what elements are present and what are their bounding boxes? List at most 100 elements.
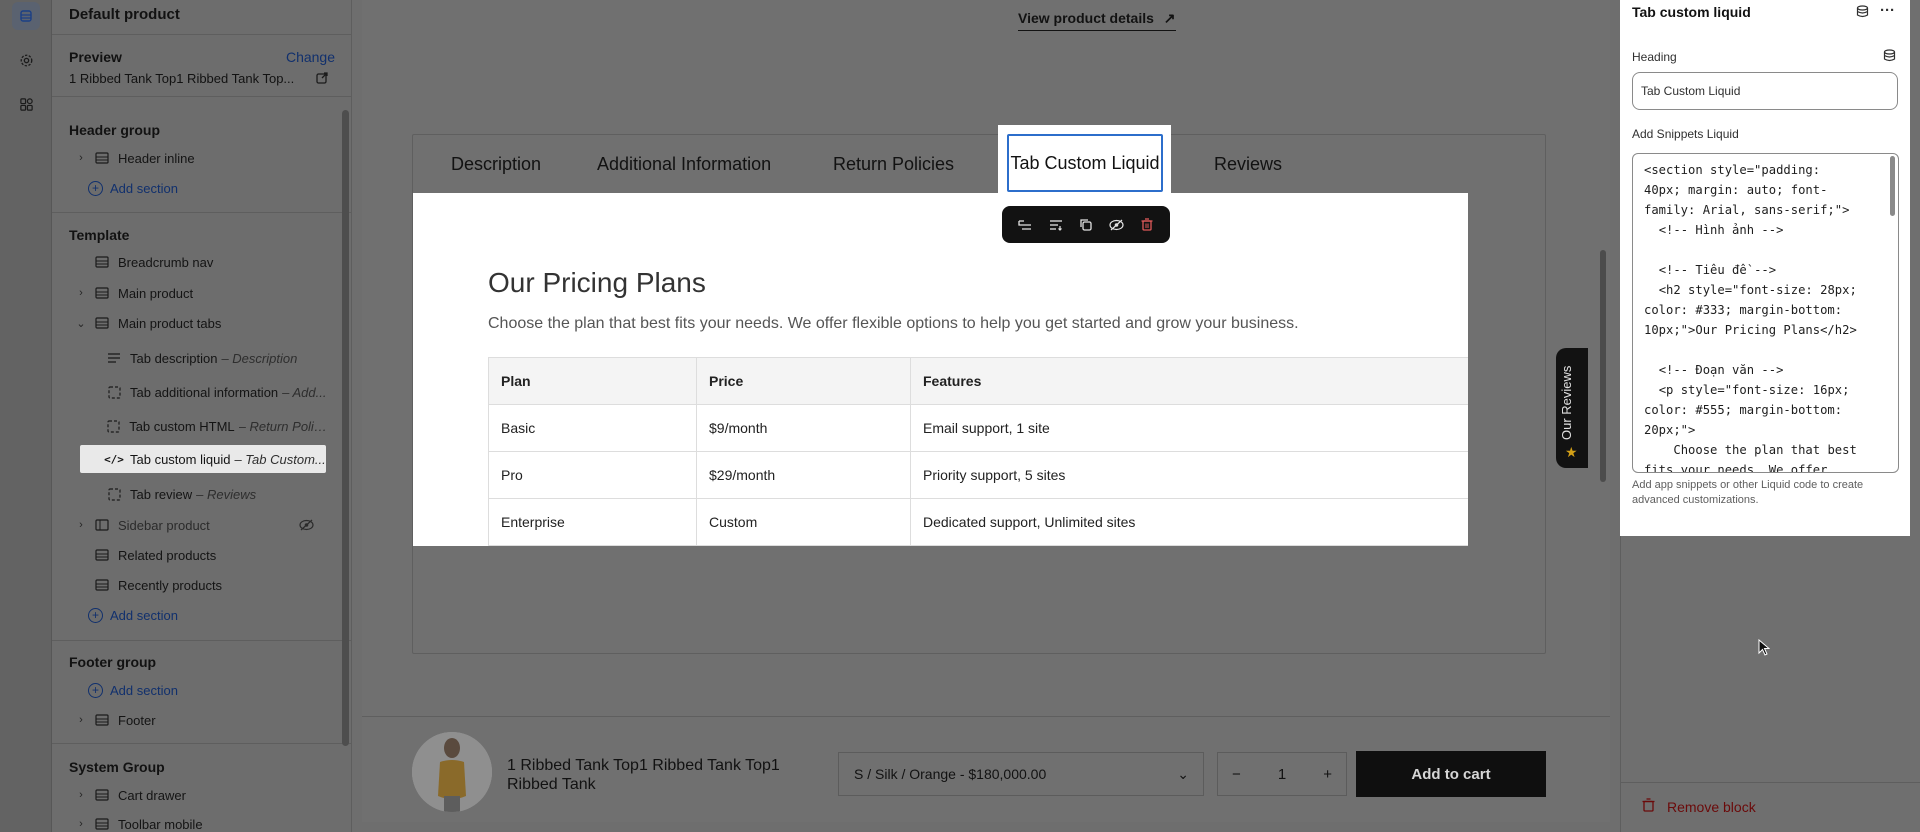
block-label: Tab review [130,486,193,502]
hide-eye-icon[interactable] [1106,215,1126,235]
snippets-help-text: Add app snippets or other Liquid code to… [1632,479,1864,506]
add-section-label: Add section [110,682,178,698]
sidebar-item-breadcrumb-nav[interactable]: Breadcrumb nav [73,248,327,276]
move-block-icon[interactable] [1046,215,1066,235]
sections-icon[interactable] [12,2,40,30]
chevron-right-icon[interactable]: › [73,789,89,801]
table-cell: Email support, 1 site [910,404,1468,452]
view-product-details-link[interactable]: View product details ↗ [1018,10,1176,31]
mouse-cursor-icon [1758,638,1771,660]
tab-custom-liquid[interactable]: Tab Custom Liquid [1007,134,1163,192]
quantity-stepper[interactable]: − 1 + [1217,752,1347,796]
sidebar-item-label: Cart drawer [118,787,186,803]
sidebar-item-label: Related products [118,547,217,563]
sidebar-item-sidebar-product[interactable]: › Sidebar product [73,511,327,539]
block-frame-icon [105,419,122,433]
duplicate-icon[interactable] [1076,215,1096,235]
block-label: Tab additional information [130,384,279,400]
section-icon [93,548,111,562]
delete-trash-icon[interactable] [1137,215,1157,235]
dynamic-source-icon[interactable] [1883,49,1896,65]
trash-icon [1642,798,1655,815]
sidebar-item-footer[interactable]: › Footer [73,706,327,734]
chevron-right-icon[interactable]: › [73,287,89,299]
quantity-value[interactable]: 1 [1278,766,1286,783]
column-header: Plan [488,357,697,405]
minus-icon[interactable]: − [1232,766,1241,783]
arrow-up-right-icon: ↗ [1163,10,1176,26]
chevron-down-icon: ⌄ [1177,765,1189,782]
table-row: Basic $9/month Email support, 1 site [488,404,1468,452]
chevron-right-icon[interactable]: › [73,152,89,164]
sidebar-item-label: Recently products [118,577,223,593]
more-options-icon[interactable]: ··· [1880,2,1895,19]
sidebar-item-main-product-tabs[interactable]: ⌄ Main product tabs [73,309,327,337]
block-frame-icon [105,385,123,399]
section-icon [93,578,111,592]
settings-gear-icon[interactable] [12,46,40,74]
view-product-details-label: View product details [1018,10,1154,26]
external-link-icon[interactable] [316,71,328,87]
sidebar-item-toolbar-mobile[interactable]: › Toolbar mobile [73,810,327,832]
plus-circle-icon: + [88,682,103,698]
dynamic-source-icon[interactable] [1856,5,1869,21]
sidebar-item-main-product[interactable]: › Main product [73,279,327,307]
plus-circle-icon: + [88,180,103,196]
apps-icon[interactable] [12,90,40,118]
sidebar-item-related-products[interactable]: Related products [73,541,327,569]
sidebar-item-label: Footer [118,712,156,728]
our-reviews-tab[interactable]: Our Reviews ★ [1556,348,1588,468]
section-icon [93,286,111,300]
chevron-right-icon[interactable]: › [73,818,89,830]
block-settings-title: Tab custom liquid [1632,4,1751,20]
sidebar-item-recently-products[interactable]: Recently products [73,571,327,599]
select-parent-icon[interactable] [1015,215,1035,235]
sidebar-item-label: Toolbar mobile [118,816,203,832]
add-section-header-button[interactable]: + Add section [88,176,178,200]
our-reviews-label: Our Reviews [1559,365,1574,440]
liquid-code-editor[interactable]: <section style="padding: 40px; margin: a… [1632,153,1899,473]
sidebar-block-tab-custom-liquid[interactable]: </> Tab custom liquid – Tab Custom... [80,445,326,473]
chevron-down-icon[interactable]: ⌄ [73,317,89,330]
remove-block-button[interactable]: Remove block [1642,798,1756,815]
preview-value: 1 Ribbed Tank Top1 Ribbed Tank Top... [69,71,295,86]
tab-description[interactable]: Description [451,154,541,175]
product-title: Default product [69,6,180,23]
table-cell: Basic [488,404,697,452]
sidebar-item-header-inline[interactable]: › Header inline [73,144,327,172]
code-editor-scrollbar[interactable] [1890,156,1895,216]
sidebar-item-label: Header inline [118,150,195,166]
sidebar-scrollbar[interactable] [342,110,349,746]
variant-select[interactable]: S / Silk / Orange - $180,000.00 ⌄ [838,752,1204,796]
section-icon [93,255,111,269]
section-icon [93,151,111,165]
sidebar-block-tab-additional-information[interactable]: Tab additional information – Add... [101,378,327,406]
tab-additional-information[interactable]: Additional Information [597,154,771,175]
add-section-footer-button[interactable]: + Add section [88,678,178,702]
tab-reviews[interactable]: Reviews [1214,154,1282,175]
sidebar-item-label: Sidebar product [118,517,210,533]
sidebar-block-tab-description[interactable]: Tab description – Description [101,344,327,372]
add-section-label: Add section [110,607,178,623]
heading-label: Heading [1632,50,1677,64]
chevron-right-icon[interactable]: › [73,519,89,531]
sidebar-block-tab-custom-html[interactable]: Tab custom HTML – Return Polic... [101,412,327,440]
table-cell: Pro [488,451,697,499]
sidebar-block-tab-review[interactable]: Tab review – Reviews [101,480,327,508]
sections-sidebar: Default product Preview Change 1 Ribbed … [52,0,352,832]
chevron-right-icon[interactable]: › [73,714,89,726]
preview-label: Preview [69,49,122,65]
tab-return-policies[interactable]: Return Policies [833,154,954,175]
change-link[interactable]: Change [286,49,335,65]
block-settings-card: Tab custom liquid ··· Heading Tab Custom… [1620,0,1910,536]
plus-icon[interactable]: + [1323,766,1332,783]
product-thumbnail [412,732,492,812]
add-section-template-button[interactable]: + Add section [88,603,178,627]
hidden-eye-icon[interactable] [299,518,314,534]
sidebar-item-cart-drawer[interactable]: › Cart drawer [73,781,327,809]
canvas-scrollbar[interactable] [1600,250,1606,482]
sidebar-layout-icon [93,518,111,532]
add-to-cart-button[interactable]: Add to cart [1356,751,1546,797]
heading-input[interactable]: Tab Custom Liquid [1632,72,1898,110]
table-cell: Dedicated support, Unlimited sites [910,498,1468,546]
